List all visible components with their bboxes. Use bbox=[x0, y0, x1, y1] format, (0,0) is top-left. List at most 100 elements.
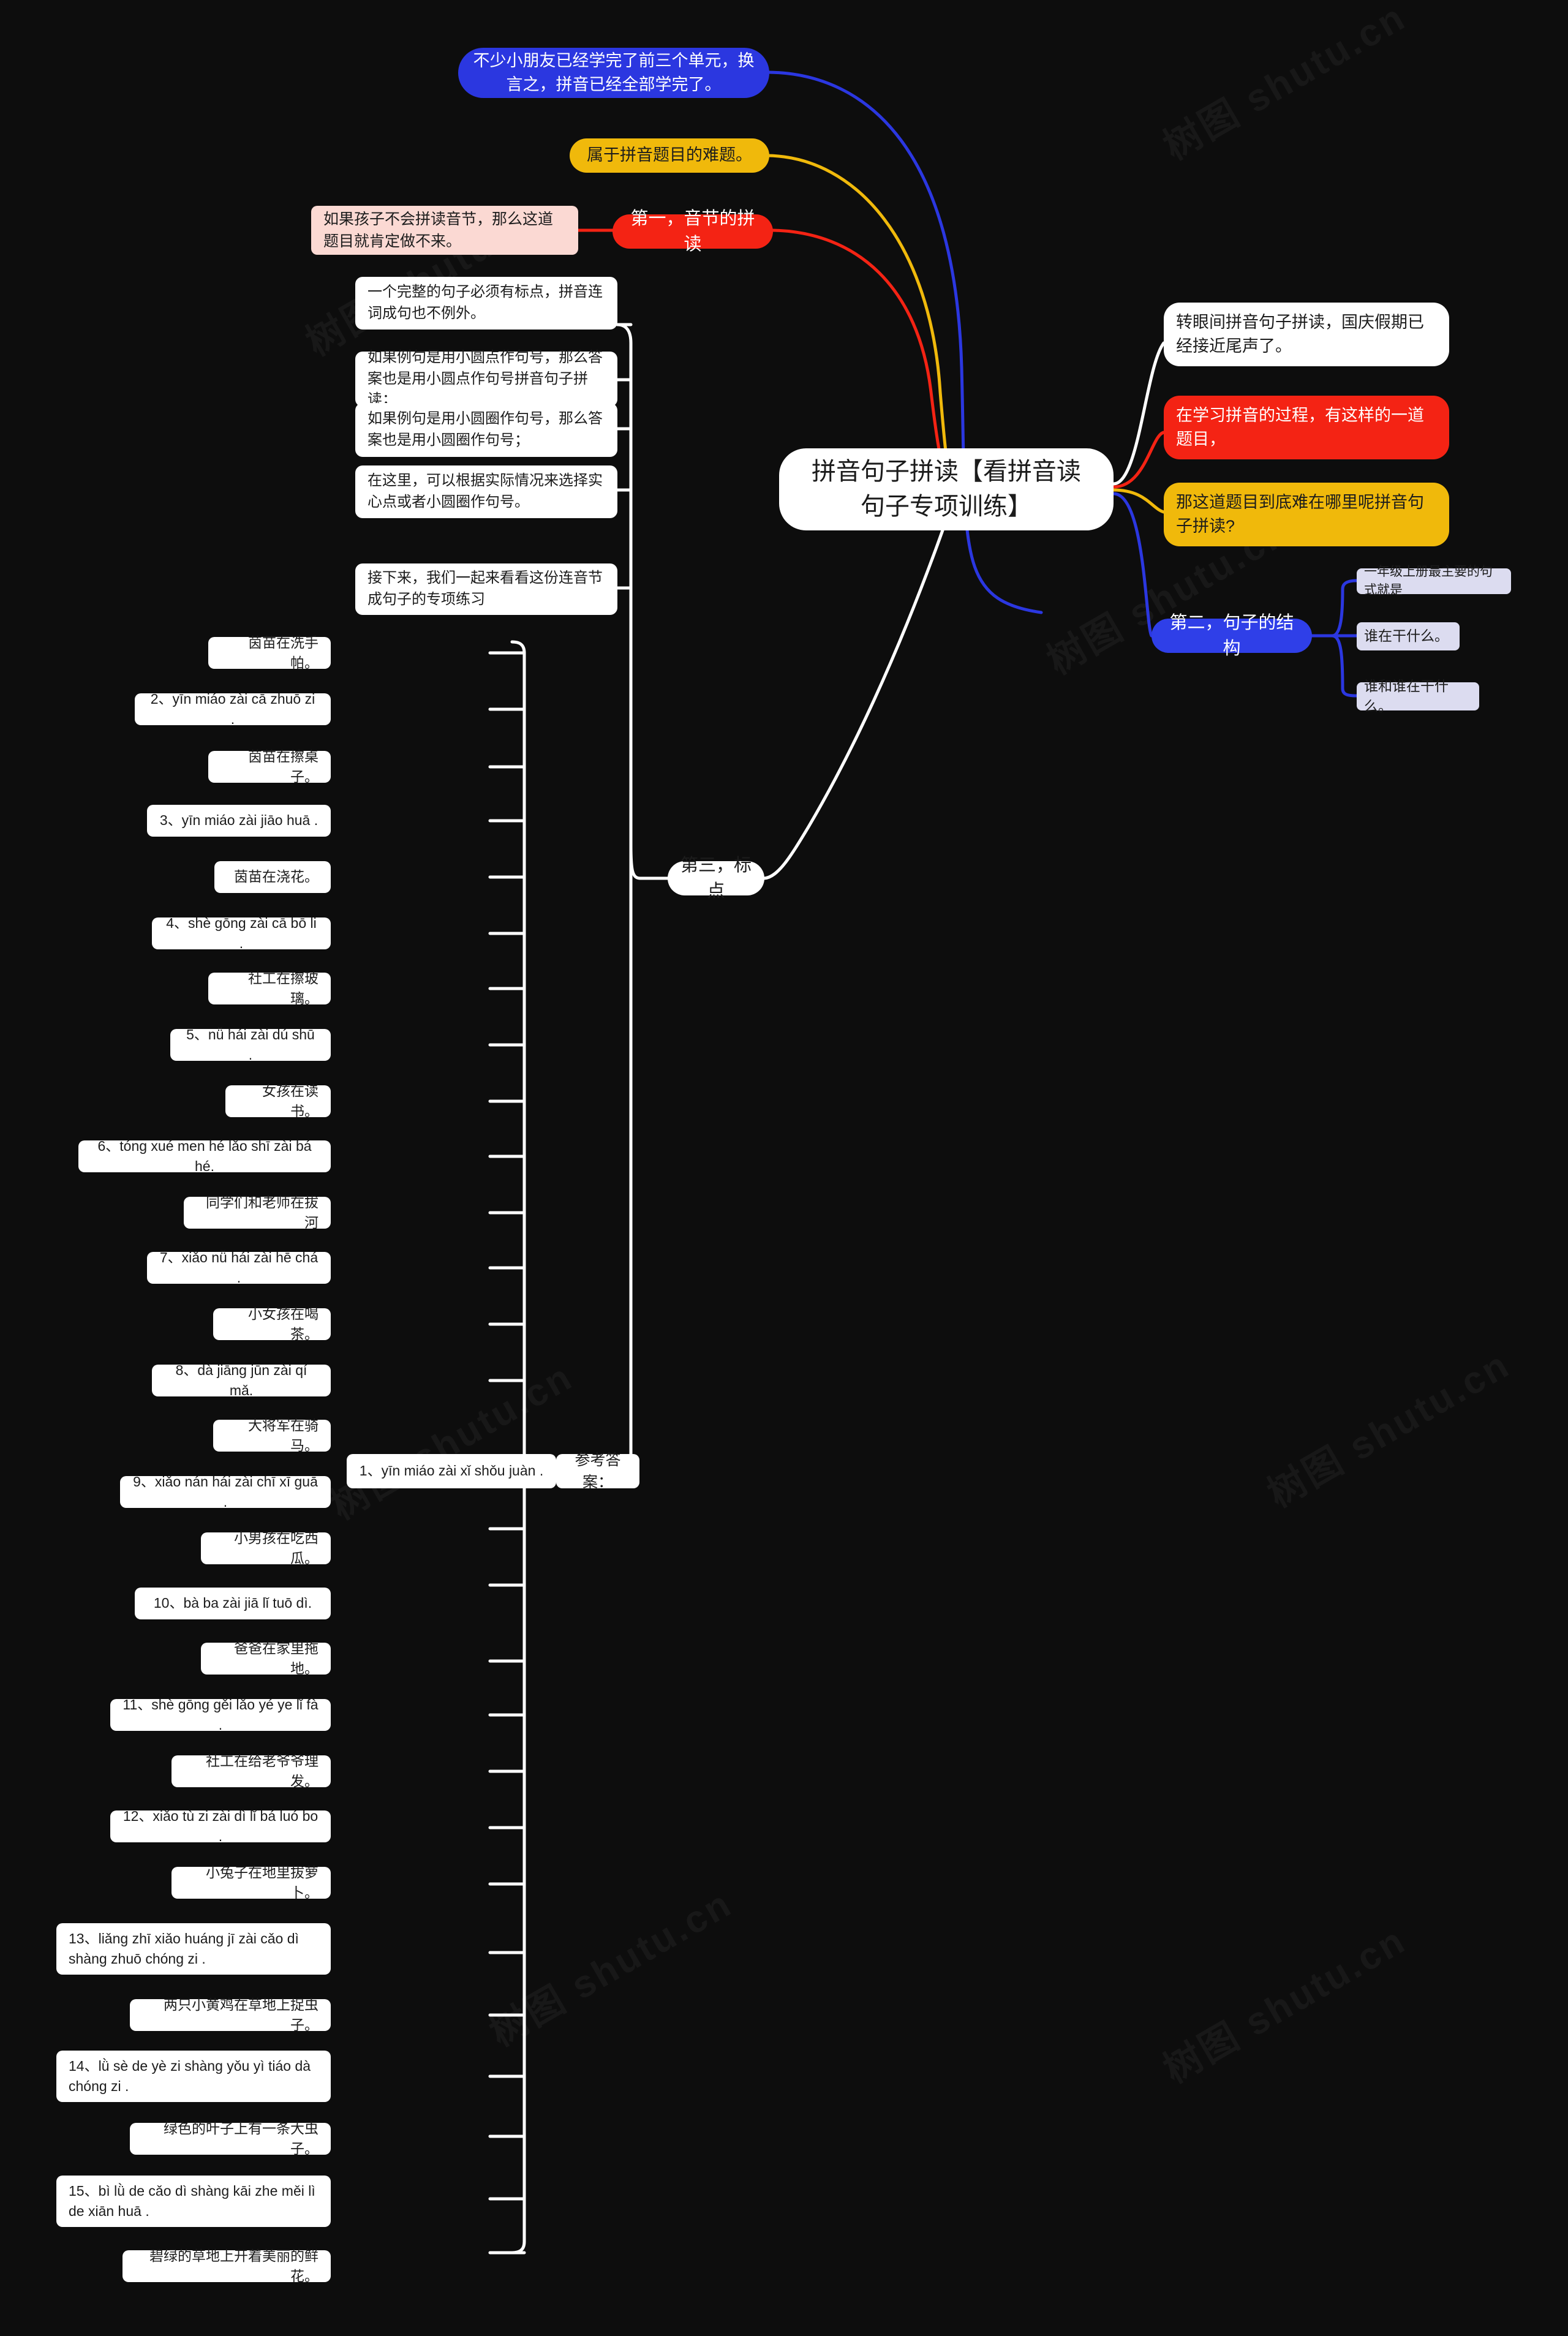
pinyin-text: 10、bà ba zài jiā lǐ tuō dì. bbox=[153, 1595, 312, 1611]
answer-text: 茵苗在擦桌子。 bbox=[248, 748, 318, 785]
watermark: 树图 shutu.cn bbox=[318, 1346, 581, 1530]
pinyin-item[interactable]: 6、tóng xué men hé lǎo shī zài bá hé. bbox=[78, 1138, 331, 1174]
watermark: 树图 shutu.cn bbox=[478, 1873, 741, 2057]
answer-text: 两只小黄鸡在草地上捉虫子。 bbox=[164, 1996, 318, 2033]
answer-item[interactable]: 两只小黄鸡在草地上捉虫子。 bbox=[130, 1997, 331, 2033]
third-child-1[interactable]: 一个完整的句子必须有标点，拼音连词成句也不例外。 bbox=[355, 277, 617, 330]
branch-label: 那这道题目到底难在哪里呢拼音句子拼读? bbox=[1176, 492, 1424, 535]
branch-label: 属于拼音题目的难题。 bbox=[587, 146, 752, 165]
third-child-5[interactable]: 接下来，我们一起来看看这份连音节成句子的专项练习 bbox=[355, 563, 617, 615]
answer-item[interactable]: 茵苗在浇花。 bbox=[214, 861, 331, 893]
answer-item[interactable]: 小男孩在吃西瓜。 bbox=[201, 1530, 331, 1566]
second-child-label: 一年级上册最主要的句式就是 bbox=[1364, 564, 1493, 597]
pinyin-item[interactable]: 15、bì lǜ de cǎo dì shàng kāi zhe měi lì … bbox=[56, 2176, 331, 2227]
center-title: 拼音句子拼读【看拼音读句子专项训练】 bbox=[812, 458, 1081, 520]
answer-text: 同学们和老师在拔河 bbox=[206, 1194, 318, 1230]
answer-text: 茵苗在浇花。 bbox=[234, 868, 318, 885]
pinyin-item[interactable]: 5、nǚ hái zài dú shū . bbox=[170, 1027, 331, 1063]
branch-node-third[interactable]: 第三，标点 bbox=[668, 856, 764, 901]
branch-node-red-context[interactable]: 在学习拼音的过程，有这样的一道题目， bbox=[1164, 396, 1449, 459]
pinyin-item[interactable]: 3、yīn miáo zài jiāo huā . bbox=[147, 805, 331, 837]
second-child-3[interactable]: 谁和谁在干什么。 bbox=[1357, 678, 1479, 714]
branch-label: 在学习拼音的过程，有这样的一道题目， bbox=[1176, 405, 1424, 448]
branch-label: 第一，音节的拼读 bbox=[630, 208, 755, 254]
answer-text: 大将军在骑马。 bbox=[248, 1417, 318, 1453]
answers-node[interactable]: 参考答案： bbox=[556, 1452, 639, 1491]
branch-label: 第三，标点 bbox=[680, 855, 752, 901]
pinyin-text: 1、yīn miáo zài xǐ shǒu juàn . bbox=[359, 1463, 544, 1479]
pinyin-item[interactable]: 10、bà ba zài jiā lǐ tuō dì. bbox=[135, 1588, 331, 1619]
answer-text: 茵苗在洗手帕。 bbox=[248, 634, 318, 671]
watermark: 树图 shutu.cn bbox=[1152, 0, 1414, 170]
answer-item[interactable]: 碧绿的草地上开着美丽的鲜花。 bbox=[123, 2248, 331, 2284]
pinyin-text: 12、xiǎo tù zi zài dì lǐ bá luó bo . bbox=[123, 1807, 322, 1844]
answer-text: 碧绿的草地上开着美丽的鲜花。 bbox=[149, 2247, 318, 2284]
pinyin-text: 14、lǜ sè de yè zi shàng yǒu yì tiáo dà c… bbox=[69, 2057, 315, 2094]
pinyin-item[interactable]: 13、liǎng zhī xiǎo huáng jī zài cǎo dì sh… bbox=[56, 1923, 331, 1975]
answers-label: 参考答案： bbox=[575, 1451, 621, 1491]
answer-item[interactable]: 大将军在骑马。 bbox=[213, 1417, 331, 1453]
answer-text: 小女孩在喝茶。 bbox=[248, 1305, 318, 1342]
pinyin-text: 3、yīn miáo zài jiāo huā . bbox=[159, 812, 318, 829]
branch-label: 第二，句子的结构 bbox=[1169, 612, 1294, 658]
pinyin-text: 5、nǚ hái zài dú shū . bbox=[186, 1026, 319, 1063]
pinyin-item[interactable]: 14、lǜ sè de yè zi shàng yǒu yì tiáo dà c… bbox=[56, 2051, 331, 2102]
pinyin-item[interactable]: 12、xiǎo tù zi zài dì lǐ bá luó bo . bbox=[110, 1808, 331, 1844]
pinyin-text: 13、liǎng zhī xiǎo huáng jī zài cǎo dì sh… bbox=[69, 1930, 303, 1967]
branch-node-first[interactable]: 第一，音节的拼读 bbox=[612, 209, 773, 254]
pinyin-item[interactable]: 4、shè gōng zài cā bō li . bbox=[152, 915, 331, 951]
answer-item[interactable]: 绿色的叶子上有一条大虫子。 bbox=[130, 2120, 331, 2157]
answer-item[interactable]: 茵苗在擦桌子。 bbox=[208, 748, 331, 785]
branch-child-label: 如果孩子不会拼读音节，那么这道题目就肯定做不来。 bbox=[323, 210, 554, 250]
answer-text: 女孩在读书。 bbox=[262, 1082, 318, 1119]
pinyin-item[interactable]: 7、xiǎo nǚ hái zài hē chá . bbox=[147, 1249, 331, 1286]
second-child-label: 谁和谁在干什么。 bbox=[1364, 677, 1449, 714]
second-child-label: 谁在干什么。 bbox=[1364, 628, 1449, 644]
answer-item[interactable]: 茵苗在洗手帕。 bbox=[208, 635, 331, 671]
branch-node-blue-intro[interactable]: 不少小朋友已经学完了前三个单元，换言之，拼音已经全部学完了。 bbox=[458, 48, 769, 98]
third-child-3[interactable]: 如果例句是用小圆圈作句号，那么答案也是用小圆圈作句号； bbox=[355, 403, 617, 457]
answer-item[interactable]: 爸爸在家里拖地。 bbox=[201, 1640, 331, 1676]
center-node[interactable]: 拼音句子拼读【看拼音读句子专项训练】 bbox=[779, 448, 1114, 530]
mindmap-canvas: 树图 shutu.cn 树图 shutu.cn 树图 shutu.cn 树图 s… bbox=[0, 0, 1568, 2336]
pinyin-text: 2、yīn miáo zài cā zhuō zi . bbox=[150, 690, 319, 727]
pinyin-item[interactable]: 11、shè gōng gěi lǎo yé ye lǐ fà . bbox=[110, 1697, 331, 1733]
branch-child-first-detail[interactable]: 如果孩子不会拼读音节，那么这道题目就肯定做不来。 bbox=[311, 206, 578, 255]
third-child-label: 如果例句是用小圆圈作句号，那么答案也是用小圆圈作句号； bbox=[368, 410, 603, 448]
branch-node-gold-question[interactable]: 那这道题目到底难在哪里呢拼音句子拼读? bbox=[1164, 483, 1449, 546]
branch-node-white-intro[interactable]: 转眼间拼音句子拼读，国庆假期已经接近尾声了。 bbox=[1164, 303, 1449, 366]
answer-item[interactable]: 小女孩在喝茶。 bbox=[213, 1306, 331, 1342]
pinyin-item[interactable]: 8、dà jiāng jūn zài qí mǎ. bbox=[152, 1362, 331, 1398]
answer-item[interactable]: 女孩在读书。 bbox=[225, 1083, 331, 1119]
answer-text: 社工在给老爷爷理发。 bbox=[206, 1752, 318, 1789]
pinyin-text: 4、shè gōng zài cā bō li . bbox=[166, 914, 321, 951]
watermark: 树图 shutu.cn bbox=[1152, 1910, 1414, 2093]
branch-node-gold-difficulty[interactable]: 属于拼音题目的难题。 bbox=[570, 138, 769, 173]
pinyin-text: 7、xiǎo nǚ hái zài hē chá . bbox=[159, 1249, 322, 1286]
answer-item[interactable]: 社工在擦玻璃。 bbox=[208, 970, 331, 1006]
pinyin-item[interactable]: 2、yīn miáo zài cā zhuō zi . bbox=[135, 691, 331, 727]
answer-text: 小兔子在地里拔萝卜。 bbox=[206, 1864, 318, 1901]
pinyin-text: 9、xiǎo nán hái zài chī xī guā . bbox=[133, 1473, 322, 1510]
answer-item[interactable]: 社工在给老爷爷理发。 bbox=[172, 1753, 331, 1789]
third-child-4[interactable]: 在这里，可以根据实际情况来选择实心点或者小圆圈作句号。 bbox=[355, 465, 617, 518]
third-child-label: 接下来，我们一起来看看这份连音节成句子的专项练习 bbox=[368, 570, 603, 608]
answer-item[interactable]: 小兔子在地里拔萝卜。 bbox=[172, 1864, 331, 1901]
pinyin-item-head[interactable]: 1、yīn miáo zài xǐ shǒu juàn . bbox=[347, 1454, 556, 1488]
third-child-2[interactable]: 如果例句是用小圆点作句号，那么答案也是用小圆点作句号拼音句子拼读； bbox=[355, 349, 617, 408]
branch-node-second[interactable]: 第二，句子的结构 bbox=[1152, 613, 1312, 658]
pinyin-item[interactable]: 9、xiǎo nán hái zài chī xī guā . bbox=[120, 1474, 331, 1510]
third-child-label: 如果例句是用小圆点作句号，那么答案也是用小圆点作句号拼音句子拼读； bbox=[368, 349, 603, 409]
third-child-label: 一个完整的句子必须有标点，拼音连词成句也不例外。 bbox=[368, 284, 603, 322]
pinyin-text: 15、bì lǜ de cǎo dì shàng kāi zhe měi lì … bbox=[69, 2182, 320, 2219]
answer-text: 绿色的叶子上有一条大虫子。 bbox=[164, 2120, 318, 2157]
pinyin-text: 11、shè gōng gěi lǎo yé ye lǐ fà . bbox=[123, 1696, 322, 1733]
watermark: 树图 shutu.cn bbox=[1256, 1334, 1518, 1518]
third-child-label: 在这里，可以根据实际情况来选择实心点或者小圆圈作句号。 bbox=[368, 472, 603, 510]
branch-label: 转眼间拼音句子拼读，国庆假期已经接近尾声了。 bbox=[1176, 312, 1424, 355]
second-child-2[interactable]: 谁在干什么。 bbox=[1357, 622, 1460, 650]
answer-item[interactable]: 同学们和老师在拔河 bbox=[184, 1194, 331, 1230]
answer-text: 社工在擦玻璃。 bbox=[248, 970, 318, 1006]
second-child-1[interactable]: 一年级上册最主要的句式就是 bbox=[1357, 565, 1511, 597]
branch-label: 不少小朋友已经学完了前三个单元，换言之，拼音已经全部学完了。 bbox=[473, 51, 755, 94]
